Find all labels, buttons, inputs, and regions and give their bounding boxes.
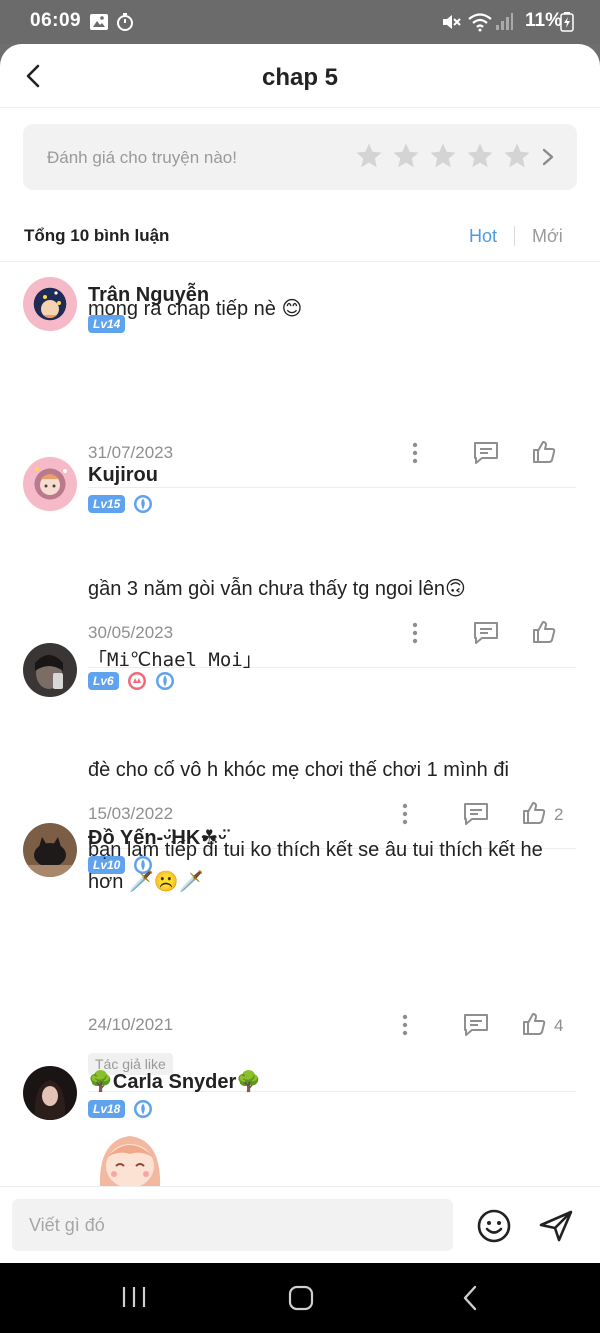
comments-count-row: Tổng 10 bình luận Hot Mới: [0, 210, 600, 262]
gallery-icon: [89, 12, 109, 37]
level-badge: Lv15: [88, 495, 126, 513]
more-options-button[interactable]: [404, 621, 426, 650]
comment-date: 24/10/2021: [88, 1015, 174, 1034]
wifi-icon: [467, 12, 493, 37]
vip-medal-icon: [127, 672, 146, 690]
comment-text: đè cho cố vô h khóc mẹ chơi thế chơi 1 m…: [88, 759, 509, 781]
like-count: 4: [554, 1016, 564, 1035]
send-icon: [539, 1210, 573, 1242]
comment-icon: [464, 1014, 488, 1036]
level-badge: Lv18: [88, 1100, 126, 1118]
sticker-image: [92, 1128, 172, 1188]
send-button[interactable]: [537, 1207, 575, 1245]
avatar[interactable]: [23, 643, 77, 697]
comment-date: 15/03/2022: [88, 804, 174, 823]
badges: Lv18: [88, 1099, 153, 1119]
sort-new-tab[interactable]: Mới: [532, 226, 563, 247]
system-nav-bar: [0, 1263, 600, 1333]
more-vertical-icon: [402, 803, 408, 825]
star-icon[interactable]: [391, 141, 421, 171]
more-vertical-icon: [412, 442, 418, 464]
home-icon: [288, 1285, 314, 1311]
like-button[interactable]: [521, 1011, 547, 1042]
header: chap 5: [0, 44, 600, 108]
comment-icon: [474, 622, 498, 644]
thumbs-up-icon: [533, 621, 556, 643]
comment-date: 31/07/2023: [88, 443, 174, 462]
comments-sheet: chap 5 Đánh giá cho truyện nào! Tổng 10 …: [0, 44, 600, 1263]
more-options-button[interactable]: [404, 441, 426, 470]
like-button[interactable]: [531, 439, 557, 470]
emoji-icon: [477, 1209, 511, 1243]
avatar[interactable]: [23, 457, 77, 511]
reply-button[interactable]: [462, 801, 490, 832]
like-button[interactable]: [521, 800, 547, 831]
more-options-button[interactable]: [394, 1013, 416, 1042]
like-button[interactable]: [531, 619, 557, 650]
mute-icon: [441, 12, 461, 37]
rating-prompt: Đánh giá cho truyện nào!: [47, 148, 237, 167]
star-icon[interactable]: [502, 141, 532, 171]
comment-icon: [474, 442, 498, 464]
comment-date: 30/05/2023: [88, 623, 174, 642]
like-count: 2: [554, 805, 564, 824]
page-title: chap 5: [261, 64, 339, 91]
comment-username[interactable]: 「Mi℃hael Moi」: [88, 645, 262, 672]
comment-icon: [464, 803, 488, 825]
medal-icon: [134, 1100, 153, 1118]
comment-username[interactable]: 🌳Carla Snyder🌳: [88, 1069, 261, 1094]
comment-input-bar: [0, 1186, 600, 1263]
sort-divider: [514, 226, 515, 246]
comment-divider: [88, 487, 576, 488]
reply-button[interactable]: [472, 620, 500, 651]
recent-apps-icon: [122, 1287, 146, 1307]
badges: Lv6: [88, 671, 175, 691]
chevron-right-icon[interactable]: [539, 147, 557, 167]
reply-button[interactable]: [472, 440, 500, 471]
home-button[interactable]: [287, 1285, 315, 1316]
battery-percent: 11%: [525, 10, 562, 31]
badges: Lv15: [88, 494, 153, 514]
recent-apps-button[interactable]: [121, 1285, 147, 1314]
avatar[interactable]: [23, 823, 77, 877]
avatar[interactable]: [23, 277, 77, 331]
status-time: 06:09: [30, 10, 82, 31]
medal-icon: [134, 495, 153, 513]
reply-button[interactable]: [462, 1012, 490, 1043]
comment-username[interactable]: Kujirou: [88, 464, 158, 487]
comment-count: Tổng 10 bình luận: [24, 226, 170, 245]
battery-icon: [560, 12, 574, 37]
thumbs-up-icon: [523, 802, 546, 824]
star-icon[interactable]: [428, 141, 458, 171]
more-vertical-icon: [412, 622, 418, 644]
avatar[interactable]: [23, 1066, 77, 1120]
more-vertical-icon: [402, 1014, 408, 1036]
system-back-button[interactable]: [460, 1285, 480, 1316]
status-bar: 06:09 11%: [0, 0, 600, 44]
thumbs-up-icon: [533, 441, 556, 463]
star-icon[interactable]: [465, 141, 495, 171]
comment-text: gần 3 năm gòi vẫn chưa thấy tg ngoi lên🙃: [88, 578, 466, 600]
more-options-button[interactable]: [394, 802, 416, 831]
sort-hot-tab[interactable]: Hot: [469, 226, 497, 247]
signal-icon: [494, 12, 514, 37]
comment-input[interactable]: [12, 1199, 453, 1251]
level-badge: Lv6: [88, 672, 119, 690]
comment-text: bạn làm tiếp đi tui ko thích kết se âu t…: [88, 839, 543, 893]
timer-icon: [115, 12, 135, 37]
thumbs-up-icon: [523, 1013, 546, 1035]
star-icon[interactable]: [354, 141, 384, 171]
back-icon: [463, 1285, 477, 1311]
emoji-button[interactable]: [475, 1207, 513, 1245]
comment-text: mong ra chap tiếp nè 😊: [88, 298, 303, 320]
medal-icon: [155, 672, 174, 690]
rating-box[interactable]: Đánh giá cho truyện nào!: [23, 124, 577, 190]
